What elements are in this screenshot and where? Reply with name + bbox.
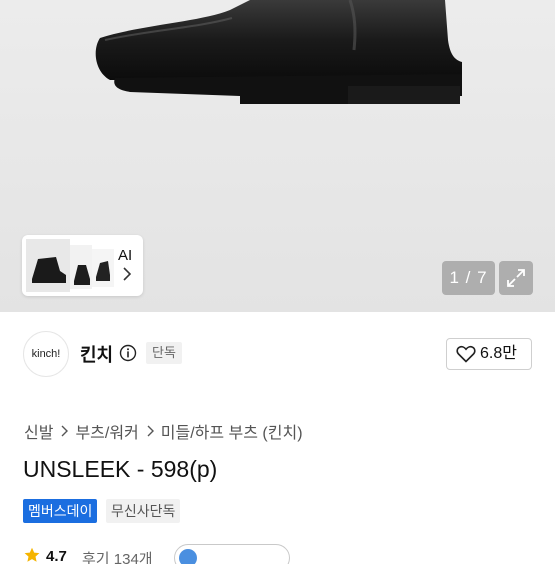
info-icon[interactable] xyxy=(119,344,137,362)
chip-icon xyxy=(179,549,197,564)
ai-thumbnail-card[interactable]: AI xyxy=(22,235,143,296)
breadcrumb-item-shoes[interactable]: 신발 xyxy=(24,419,53,443)
chevron-right-icon xyxy=(147,425,154,437)
brand-logo[interactable]: kinch! xyxy=(23,331,69,377)
product-title: UNSLEEK - 598(p) xyxy=(23,456,218,482)
breadcrumb: 신발 부츠/워커 미들/하프 부츠 (킨치) xyxy=(24,419,303,443)
thumbnail-images xyxy=(26,239,114,292)
review-count[interactable]: 후기 134개 xyxy=(82,548,153,564)
ai-label: AI xyxy=(118,247,133,264)
brand-name[interactable]: 킨치 xyxy=(80,341,113,367)
expand-button[interactable] xyxy=(499,261,533,295)
chevron-right-icon xyxy=(61,425,69,437)
expand-icon xyxy=(507,269,525,287)
exclusive-badge: 단독 xyxy=(146,342,182,364)
heart-icon xyxy=(456,345,476,363)
breadcrumb-item-mid-boots[interactable]: 미들/하프 부츠 (킨치) xyxy=(161,419,303,443)
rating-value: 4.7 xyxy=(46,548,67,564)
rating-row[interactable]: 4.7 후기 134개 xyxy=(24,544,304,564)
member-day-badge: 멤버스데이 xyxy=(23,499,98,523)
star-icon xyxy=(24,547,40,562)
like-count: 6.8만 xyxy=(480,345,517,362)
like-button[interactable]: 6.8만 xyxy=(446,338,532,370)
rating-chip[interactable] xyxy=(174,544,290,564)
musinsa-exclusive-badge: 무신사단독 xyxy=(106,499,181,523)
breadcrumb-item-boots[interactable]: 부츠/워커 xyxy=(75,419,138,443)
product-image-gallery[interactable]: AI 1 / 7 xyxy=(0,0,555,312)
chevron-right-icon xyxy=(123,267,131,281)
page-indicator: 1 / 7 xyxy=(442,261,495,295)
